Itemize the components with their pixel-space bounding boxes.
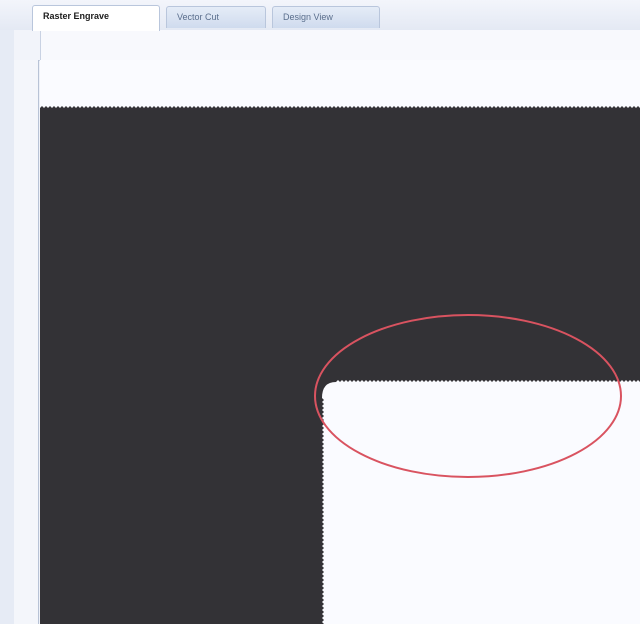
tab-design-view[interactable]: Design View xyxy=(272,6,380,28)
tab-vector-cut[interactable]: Vector Cut xyxy=(166,6,266,28)
tab-raster-engrave[interactable]: Raster Engrave xyxy=(32,5,160,31)
raster-engraved-shape xyxy=(40,106,640,624)
design-canvas[interactable] xyxy=(40,60,640,624)
canvas-drawing xyxy=(40,106,640,624)
ruler-corner xyxy=(14,30,41,60)
left-ruler xyxy=(14,60,39,624)
top-ruler xyxy=(14,30,640,61)
tab-strip: Raster Engrave Vector Cut Design View xyxy=(0,0,640,31)
left-frame xyxy=(0,30,15,624)
